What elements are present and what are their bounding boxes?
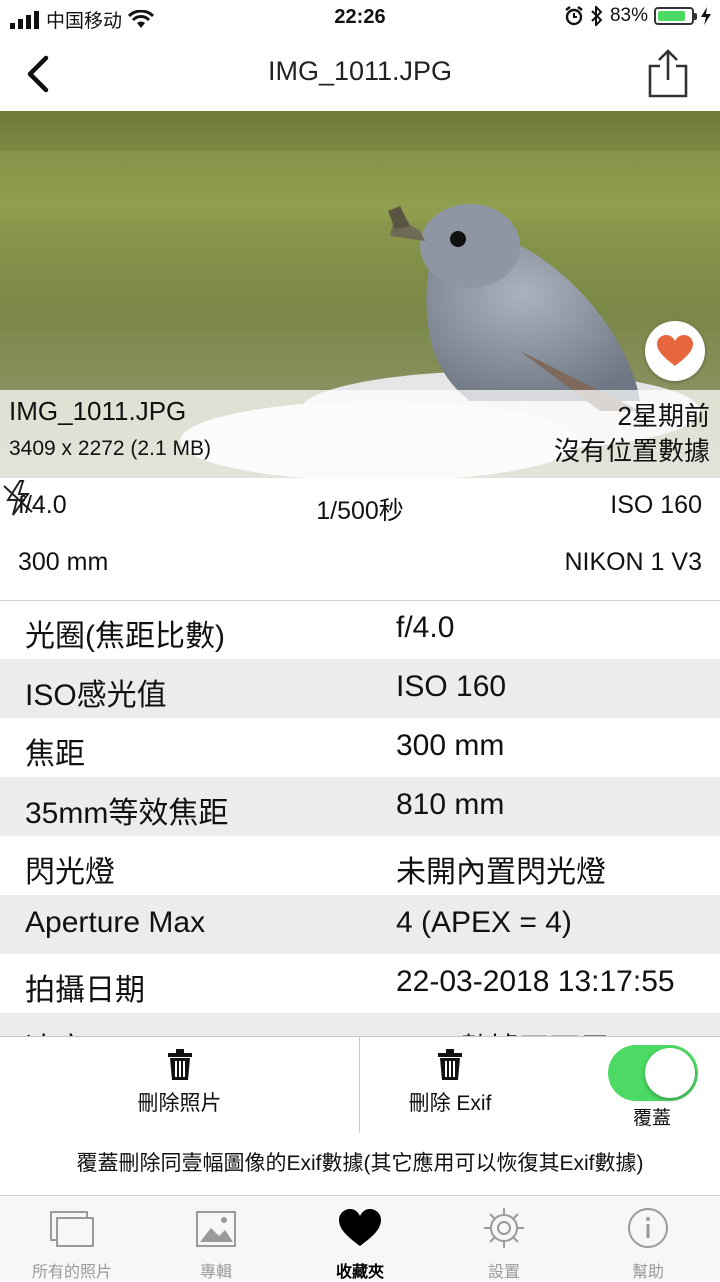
tab-label: 專輯 xyxy=(199,1264,232,1281)
exif-summary: f/4.0 1/500秒 ISO 160 300 mm NIKON 1 V3 xyxy=(0,478,720,601)
summary-iso: ISO 160 xyxy=(610,491,702,519)
tab-label: 所有的照片 xyxy=(31,1264,112,1281)
navigation-bar: IMG_1011.JPG xyxy=(0,36,720,111)
favorite-button[interactable] xyxy=(645,321,705,381)
delete-photo-label: 刪除照片 xyxy=(137,1092,222,1115)
charging-icon xyxy=(701,7,711,25)
tab-albums[interactable]: 專輯 xyxy=(144,1196,288,1281)
table-row: 焦距 300 mm xyxy=(0,718,720,777)
row-value: ISO 160 xyxy=(396,670,507,703)
row-key: 光圈(焦距比數) xyxy=(25,620,225,653)
row-value: f/4.0 xyxy=(396,611,455,644)
row-key: 拍攝日期 xyxy=(25,974,145,1007)
row-key: 焦距 xyxy=(25,738,85,771)
row-value: GPS數據不可用 xyxy=(396,1024,609,1036)
photo-dimensions: 3409 x 2272 (2.1 MB) xyxy=(9,437,211,460)
toggle-knob xyxy=(645,1048,695,1098)
photo-location: 沒有位置數據 xyxy=(553,436,710,466)
row-key: Aperture Max xyxy=(25,906,206,939)
summary-focal: 300 mm xyxy=(18,548,109,576)
share-icon[interactable] xyxy=(646,48,690,98)
table-row: 光圈(焦距比數) f/4.0 xyxy=(0,600,720,659)
gear-icon xyxy=(484,1208,524,1248)
table-row: Aperture Max 4 (APEX = 4) xyxy=(0,895,720,954)
tab-bar: 所有的照片 專輯 收藏夾 設置 幫助 xyxy=(0,1195,720,1281)
battery-percent: 83% xyxy=(609,5,648,26)
photo-preview[interactable]: IMG_1011.JPG 3409 x 2272 (2.1 MB) 2星期前 沒… xyxy=(0,111,720,478)
row-value: 22-03-2018 13:17:55 xyxy=(396,965,675,998)
overwrite-label: 覆蓋 xyxy=(632,1108,671,1129)
table-row: 閃光燈 未開內置閃光燈 xyxy=(0,836,720,895)
summary-camera: NIKON 1 V3 xyxy=(564,548,702,576)
row-key: 閃光燈 xyxy=(25,856,115,889)
heart-icon xyxy=(339,1209,381,1246)
tab-settings[interactable]: 設置 xyxy=(432,1196,576,1281)
row-key: 速度 xyxy=(25,1024,85,1036)
photo-filename: IMG_1011.JPG xyxy=(9,396,187,426)
overwrite-toggle[interactable] xyxy=(608,1045,698,1101)
tab-all-photos[interactable]: 所有的照片 xyxy=(0,1196,144,1281)
info-icon xyxy=(628,1208,668,1248)
status-bar: 中国移动 22:26 83% xyxy=(0,0,720,36)
heart-icon xyxy=(657,335,693,366)
battery-icon xyxy=(654,7,697,25)
album-icon xyxy=(196,1211,236,1247)
photo-time-ago: 2星期前 xyxy=(617,401,710,431)
table-row: 35mm等效焦距 810 mm xyxy=(0,777,720,836)
row-key: ISO感光值 xyxy=(25,679,167,712)
alarm-icon xyxy=(565,6,583,26)
table-row: 速度 GPS數據不可用 xyxy=(0,1013,720,1036)
photos-stack-icon xyxy=(50,1211,94,1247)
table-row: 拍攝日期 22-03-2018 13:17:55 xyxy=(0,954,720,1013)
row-value: 300 mm xyxy=(396,729,505,762)
tab-label: 設置 xyxy=(487,1264,520,1281)
page-title: IMG_1011.JPG xyxy=(267,56,453,86)
overwrite-note: 覆蓋刪除同壹幅圖像的Exif數據(其它應用可以恢復其Exif數據) xyxy=(0,1133,720,1195)
exif-table[interactable]: 光圈(焦距比數) f/4.0 ISO感光值 ISO 160 焦距 300 mm … xyxy=(0,600,720,1036)
tab-help[interactable]: 幫助 xyxy=(576,1196,720,1281)
tab-label: 收藏夾 xyxy=(335,1264,384,1281)
status-right: 83% xyxy=(564,5,712,27)
tab-label: 幫助 xyxy=(631,1264,664,1281)
action-bar: 刪除照片 刪除 Exif 覆蓋 xyxy=(0,1036,720,1134)
trash-icon xyxy=(167,1049,192,1080)
delete-exif-button[interactable]: 刪除 Exif xyxy=(360,1049,540,1117)
row-value: 4 (APEX = 4) xyxy=(396,906,572,939)
row-key: 35mm等效焦距 xyxy=(25,797,229,830)
delete-photo-button[interactable]: 刪除照片 xyxy=(0,1049,359,1117)
delete-exif-label: 刪除 Exif xyxy=(408,1092,492,1115)
row-value: 810 mm xyxy=(396,788,505,821)
bluetooth-icon xyxy=(591,6,603,26)
tab-favorites[interactable]: 收藏夾 xyxy=(288,1196,432,1281)
row-value: 未開內置閃光燈 xyxy=(396,856,606,889)
trash-icon xyxy=(438,1049,462,1080)
table-row: ISO感光值 ISO 160 xyxy=(0,659,720,718)
